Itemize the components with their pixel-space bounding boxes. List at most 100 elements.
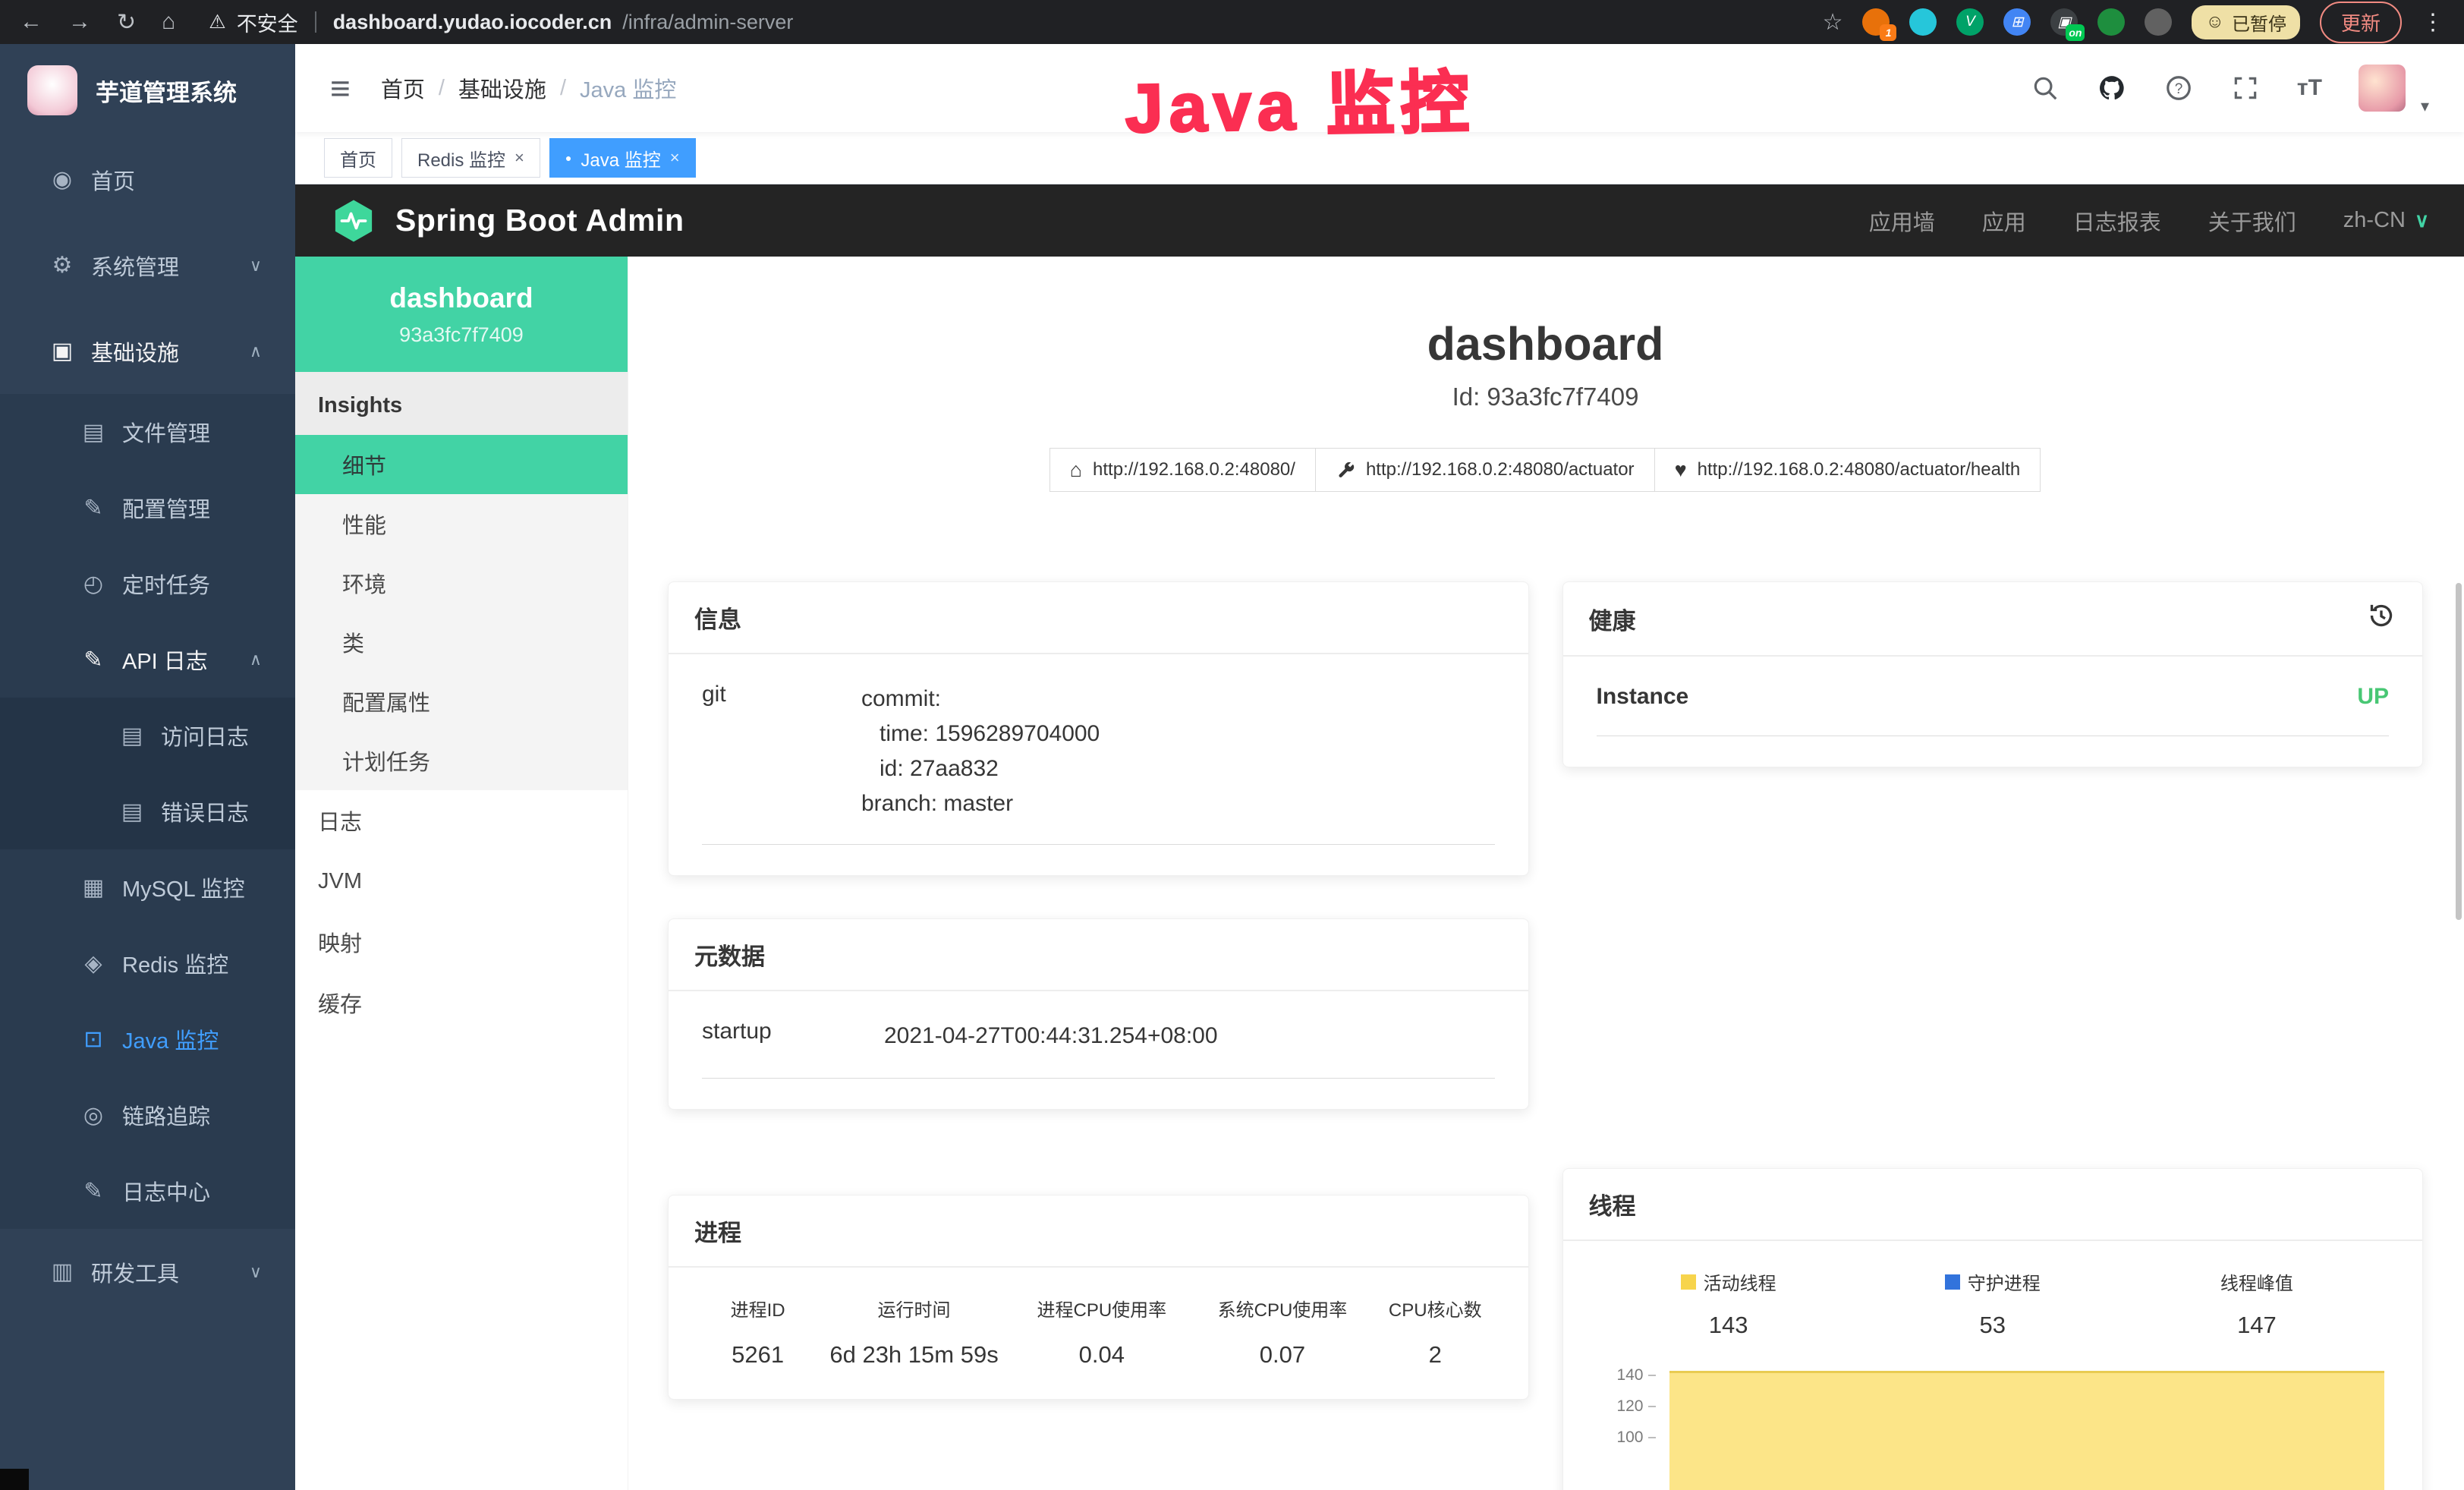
instance-header[interactable]: dashboard 93a3fc7f7409 (295, 257, 628, 372)
column-header: 进程ID (702, 1295, 813, 1321)
paused-badge[interactable]: ☺已暂停 (2192, 5, 2300, 39)
extension-icon-7[interactable] (2145, 8, 2172, 36)
avatar-caret-icon[interactable]: ▾ (2421, 96, 2429, 116)
sba-item-jvm[interactable]: JVM (295, 851, 628, 912)
sba-nav-journal[interactable]: 日志报表 (2073, 205, 2161, 237)
tab-redis-monitor[interactable]: Redis 监控× (401, 138, 540, 178)
not-secure-label[interactable]: 不安全 (237, 8, 298, 37)
fullscreen-icon[interactable] (2230, 73, 2261, 103)
clock-icon: ◴ (75, 571, 112, 597)
sba-item-classes[interactable]: 类 (295, 613, 628, 672)
metadata-row: startup 2021-04-27T00:44:31.254+08:00 (702, 1019, 1495, 1079)
close-icon[interactable]: × (515, 148, 524, 168)
sba-item-logs[interactable]: 日志 (295, 790, 628, 851)
sidebar-item-label: 首页 (91, 164, 135, 196)
sidebar-item-access-logs[interactable]: ▤访问日志 (0, 698, 295, 773)
sba-item-scheduled-tasks[interactable]: 计划任务 (295, 731, 628, 790)
window-scrollbar[interactable] (2456, 583, 2462, 920)
font-size-icon[interactable]: тT (2297, 75, 2322, 101)
edit-icon: ✎ (75, 495, 112, 521)
card-title: 信息 (694, 600, 741, 635)
reload-icon[interactable]: ↻ (117, 9, 136, 36)
app-title: 芋道管理系统 (96, 74, 237, 108)
sidebar-item-system-mgmt[interactable]: ⚙系统管理∨ (0, 222, 295, 308)
sba-item-performance[interactable]: 性能 (295, 494, 628, 553)
logo-row[interactable]: 芋道管理系统 (0, 44, 295, 137)
gear-icon: ⚙ (44, 252, 80, 279)
extension-icon-5[interactable]: ▣on (2050, 8, 2078, 36)
health-card: 健康 Instance UP (1562, 581, 2424, 767)
sba-item-details[interactable]: 细节 (295, 435, 628, 494)
sba-item-caches[interactable]: 缓存 (295, 972, 628, 1033)
url-host[interactable]: dashboard.yudao.iocoder.cn (333, 11, 612, 34)
extension-icon-2[interactable] (1909, 8, 1937, 36)
sba-item-environment[interactable]: 环境 (295, 553, 628, 613)
search-icon[interactable] (2030, 73, 2060, 103)
sidebar-item-file-mgmt[interactable]: ▤文件管理 (0, 394, 295, 470)
forward-icon[interactable]: → (68, 9, 91, 35)
address-bar[interactable]: ⚠ 不安全 dashboard.yudao.iocoder.cn/infra/a… (209, 8, 793, 37)
sidebar-item-trace[interactable]: ◎链路追踪 (0, 1077, 295, 1153)
extension-icon-4[interactable]: ⊞ (2003, 8, 2031, 36)
help-icon[interactable]: ? (2163, 73, 2194, 103)
tab-home[interactable]: 首页 (324, 138, 392, 178)
sba-nav-applications[interactable]: 应用 (1982, 205, 2026, 237)
history-icon[interactable] (2366, 600, 2396, 637)
sidebar-item-log-center[interactable]: ✎ 日志中心 (0, 1153, 295, 1229)
sidebar-item-home[interactable]: ◉首页 (0, 137, 295, 222)
close-icon[interactable]: × (670, 148, 680, 168)
status-corner (0, 1469, 29, 1490)
sidebar-item-mysql-monitor[interactable]: ▦MySQL 监控 (0, 849, 295, 925)
update-button[interactable]: 更新 (2320, 2, 2402, 43)
column-header: 运行时间 (820, 1295, 1009, 1321)
sba-item-mappings[interactable]: 映射 (295, 912, 628, 972)
github-icon[interactable] (2097, 73, 2127, 103)
extension-icon-3[interactable]: V (1956, 8, 1984, 36)
health-url-link[interactable]: ♥http://192.168.0.2:48080/actuator/healt… (1654, 448, 2041, 492)
sidebar-item-scheduled-jobs[interactable]: ◴定时任务 (0, 546, 295, 622)
metadata-key: startup (702, 1019, 884, 1054)
header-actions: ? тT ▾ (2030, 60, 2429, 116)
sba-nav-wallboard[interactable]: 应用墙 (1869, 205, 1935, 237)
sba-item-config-props[interactable]: 配置属性 (295, 672, 628, 731)
threads-card: 线程 活动线程 143 守护进程 (1562, 1168, 2424, 1490)
sidebar-item-infrastructure[interactable]: ▣基础设施∧ (0, 308, 295, 394)
extension-icon-1[interactable]: 1 (1862, 8, 1890, 36)
sidebar-item-redis-monitor[interactable]: ◈Redis 监控 (0, 925, 295, 1001)
legend-value: 143 (1597, 1312, 1861, 1339)
extension-icon-6[interactable] (2097, 8, 2125, 36)
browser-menu-icon[interactable]: ⋮ (2422, 9, 2444, 36)
avatar[interactable] (2359, 65, 2406, 112)
sidebar-item-label: 日志中心 (122, 1175, 210, 1207)
url-path[interactable]: /infra/admin-server (622, 11, 793, 34)
sidebar-item-error-logs[interactable]: ▤错误日志 (0, 773, 295, 849)
home-icon[interactable]: ⌂ (162, 9, 175, 35)
card-title: 元数据 (694, 937, 765, 972)
tab-java-monitor[interactable]: ●Java 监控× (549, 138, 696, 178)
chart-plot-area (1669, 1366, 2385, 1490)
back-icon[interactable]: ← (20, 9, 42, 35)
browser-chrome: ← → ↻ ⌂ ⚠ 不安全 dashboard.yudao.iocoder.cn… (0, 0, 2464, 44)
redis-icon: ◈ (75, 950, 112, 977)
heart-icon: ♥ (1675, 458, 1687, 482)
pencil-icon: ✎ (75, 1178, 112, 1205)
extension-badge: on (2066, 24, 2085, 41)
sba-item-label: 配置属性 (342, 685, 430, 717)
sba-nav-about[interactable]: 关于我们 (2208, 205, 2296, 237)
sba-locale-select[interactable]: zh-CN∨ (2343, 208, 2429, 233)
breadcrumb-separator: / (560, 76, 566, 101)
sidebar-item-dev-tools[interactable]: ▥研发工具∨ (0, 1229, 295, 1315)
service-url-link[interactable]: ⌂http://192.168.0.2:48080/ (1049, 448, 1316, 492)
sidebar-item-java-monitor[interactable]: ⊡Java 监控 (0, 1001, 295, 1077)
doc-icon: ▤ (114, 723, 150, 749)
instance-name: dashboard (389, 282, 533, 314)
sidebar-item-config-mgmt[interactable]: ✎配置管理 (0, 470, 295, 546)
bookmark-star-icon[interactable]: ☆ (1823, 9, 1843, 36)
sidebar-item-api-logs[interactable]: ✎API 日志∧ (0, 622, 295, 698)
actuator-url-link[interactable]: http://192.168.0.2:48080/actuator (1315, 448, 1655, 492)
java-monitor-icon: ⊡ (75, 1026, 112, 1053)
breadcrumb-home[interactable]: 首页 (381, 72, 425, 104)
info-card: 信息 git commit: time: 1596289704000 id: 2… (668, 581, 1529, 876)
sidebar-collapse-icon[interactable]: ≡ (330, 68, 351, 109)
breadcrumb-infrastructure[interactable]: 基础设施 (458, 72, 546, 104)
